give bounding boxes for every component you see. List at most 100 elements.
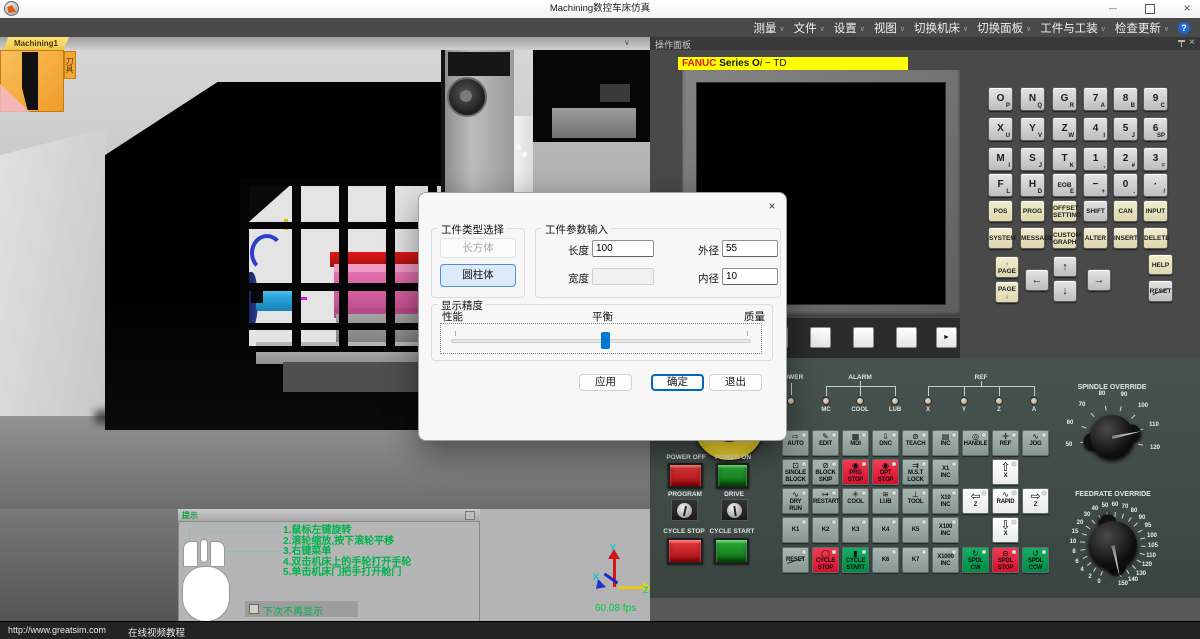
help-icon[interactable]: ? [1178, 22, 1190, 34]
panel-button-ref[interactable]: ✛REF [992, 430, 1019, 456]
program-keyswitch[interactable] [671, 499, 698, 521]
cuboid-button[interactable]: 长方体 [440, 238, 516, 258]
mdi-key-h[interactable]: HD [1020, 173, 1045, 197]
status-tutorial-link[interactable]: 在线视频教程 [128, 625, 185, 639]
apply-button[interactable]: 应用 [579, 374, 632, 391]
mdi-key-1[interactable]: 1, [1083, 147, 1108, 171]
mdi-key-[interactable]: −+ [1083, 173, 1108, 197]
panel-button-cycle-stop[interactable]: ◯CYCLESTOP [812, 547, 839, 573]
menu-item-[interactable]: 设置 [834, 20, 857, 36]
menu-item-[interactable]: 工件与工装 [1040, 20, 1098, 36]
panel-button-cycle-start[interactable]: ▮CYCLESTART [842, 547, 869, 573]
func-key-custom-graph[interactable]: CUSTOM GRAPH [1052, 227, 1077, 249]
precision-slider[interactable] [440, 323, 762, 354]
func-key-shift[interactable]: SHIFT [1083, 200, 1108, 222]
hint-close-button[interactable] [465, 511, 475, 520]
mdi-key-9[interactable]: 9C [1143, 87, 1168, 111]
minimize-button[interactable]: — [1098, 0, 1128, 18]
panel-button-opt-stop[interactable]: ◉OPTSTOP [872, 459, 899, 485]
panel-button-block-skip[interactable]: ⊘BLOCKSKIP [812, 459, 839, 485]
nav-key-help[interactable]: HELP [1148, 254, 1173, 275]
mdi-key-s[interactable]: SJ [1020, 147, 1045, 171]
hint-checkbox-label[interactable]: 下次不再显示 [263, 603, 323, 618]
softkey-6[interactable] [896, 327, 917, 348]
mdi-key-f[interactable]: FL [988, 173, 1013, 197]
feedrate-override-knob[interactable] [1089, 521, 1137, 569]
panel-button-reset[interactable]: RESET [782, 547, 809, 573]
mdi-key-g[interactable]: GR [1052, 87, 1077, 111]
panel-close-icon[interactable]: × [1189, 37, 1195, 48]
menu-item-[interactable]: 测量 [754, 20, 777, 36]
dialog-close-button[interactable]: × [763, 198, 781, 214]
panel-button-x10-inc[interactable]: X10INC [932, 488, 959, 514]
nav-key-reset[interactable]: RESET [1148, 280, 1173, 302]
func-key-input[interactable]: INPUT [1143, 200, 1168, 222]
panel-button-cool[interactable]: ✳COOL [842, 488, 869, 514]
func-key-can[interactable]: CAN [1113, 200, 1138, 222]
panel-button-k7[interactable]: K7 [902, 547, 929, 573]
mdi-key-n[interactable]: NQ [1020, 87, 1045, 111]
mdi-key-6[interactable]: 6SP [1143, 117, 1168, 141]
mdi-key-o[interactable]: OP [988, 87, 1013, 111]
mdi-key-t[interactable]: TK [1052, 147, 1077, 171]
softkey-5[interactable] [853, 327, 874, 348]
panel-button-k4[interactable]: K4 [872, 517, 899, 543]
cycle-stop-button[interactable] [667, 538, 703, 564]
softkey-next-icon[interactable]: ► [936, 327, 957, 348]
panel-button-rapid[interactable]: ∿RAPID [992, 488, 1019, 514]
panel-button-k2[interactable]: K2 [812, 517, 839, 543]
menu-item-[interactable]: 切换机床 [914, 20, 960, 36]
panel-button-m-s-t-lock[interactable]: ⇉M.S.TLOCK [902, 459, 929, 485]
power-on-button[interactable] [716, 463, 749, 488]
menu-item-[interactable]: 检查更新 [1115, 20, 1161, 36]
nav-key-left[interactable]: ← [1025, 269, 1049, 291]
func-key-insert[interactable]: INSERT [1113, 227, 1138, 249]
precision-slider-handle[interactable] [601, 332, 610, 349]
outer-diameter-input[interactable] [722, 240, 778, 257]
panel-button-dnc[interactable]: ⇩DNC [872, 430, 899, 456]
func-key-delete[interactable]: DELETE [1143, 227, 1168, 249]
cylinder-button[interactable]: 圆柱体 [440, 264, 516, 287]
tab-machining1[interactable]: Machining1 [3, 37, 69, 50]
mdi-key-8[interactable]: 8B [1113, 87, 1138, 111]
mdi-key-0[interactable]: 0. [1113, 173, 1138, 197]
panel-button-k6[interactable]: K6 [872, 547, 899, 573]
panel-button-k3[interactable]: K3 [842, 517, 869, 543]
menu-item-[interactable]: 文件 [794, 20, 817, 36]
func-key-message[interactable]: MESSAGE [1020, 227, 1045, 249]
nav-key-page-up[interactable]: ↑ PAGE [995, 256, 1019, 278]
func-key-system[interactable]: SYSTEM [988, 227, 1013, 249]
panel-button-x[interactable]: ⇧X [992, 459, 1019, 485]
panel-button-k5[interactable]: K5 [902, 517, 929, 543]
panel-button-mdi[interactable]: ▦MDI [842, 430, 869, 456]
panel-button-jog[interactable]: ∿JOG [1022, 430, 1049, 456]
mdi-key-[interactable]: ·/ [1143, 173, 1168, 197]
nav-key-page-down[interactable]: PAGE ↓ [995, 281, 1019, 303]
menu-item-[interactable]: 切换面板 [977, 20, 1023, 36]
status-url[interactable]: http://www.greatsim.com [8, 625, 106, 635]
mdi-key-3[interactable]: 3= [1143, 147, 1168, 171]
drive-keyswitch[interactable] [721, 499, 748, 521]
menu-item-[interactable]: 视图 [874, 20, 897, 36]
cycle-start-button[interactable] [714, 538, 749, 564]
panel-button-k1[interactable]: K1 [782, 517, 809, 543]
exit-button[interactable]: 退出 [709, 374, 762, 391]
panel-button-x100-inc[interactable]: X100INC [932, 517, 959, 543]
panel-button-handle[interactable]: ◎HANDLE [962, 430, 989, 456]
inner-diameter-input[interactable] [722, 268, 778, 285]
length-input[interactable] [592, 240, 654, 257]
mdi-key-4[interactable]: 4I [1083, 117, 1108, 141]
mdi-key-m[interactable]: MI [988, 147, 1013, 171]
maximize-button[interactable] [1135, 0, 1165, 18]
nav-key-up[interactable]: ↑ [1053, 256, 1077, 277]
panel-button-edit[interactable]: ✎EDIT [812, 430, 839, 456]
tabstrip-menu-chevron-icon[interactable]: ∨ [624, 38, 630, 47]
func-key-prog[interactable]: PROG [1020, 200, 1045, 222]
ok-button[interactable]: 确定 [651, 374, 704, 391]
mdi-key-eob[interactable]: EOBE [1052, 173, 1077, 197]
nav-key-down[interactable]: ↓ [1053, 280, 1077, 302]
panel-button-z[interactable]: ⇨Z [1022, 488, 1049, 514]
panel-button-lub[interactable]: ≋LUB [872, 488, 899, 514]
panel-button-x[interactable]: ⇩X [992, 517, 1019, 543]
mdi-key-5[interactable]: 5J [1113, 117, 1138, 141]
